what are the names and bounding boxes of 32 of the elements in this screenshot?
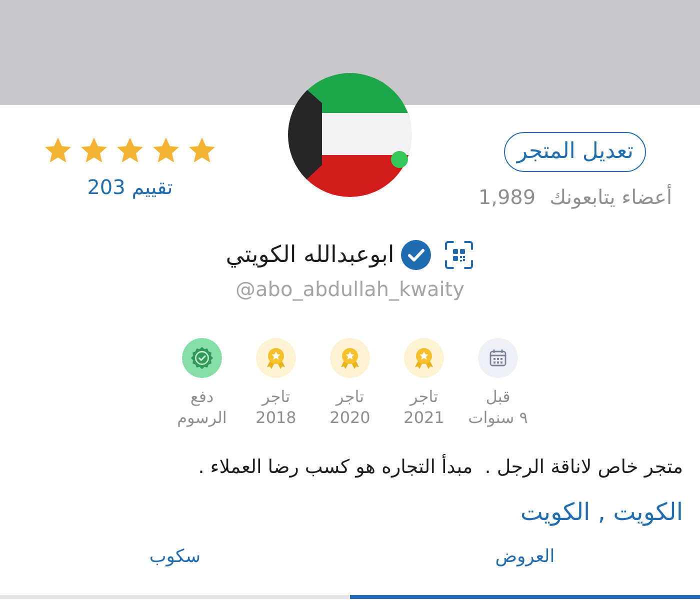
edit-store-button[interactable]: تعديل المتجر bbox=[504, 132, 646, 172]
qr-code-icon[interactable] bbox=[444, 240, 474, 270]
badge-subtitle: 2020 bbox=[330, 407, 370, 428]
medal-icon bbox=[404, 338, 444, 378]
flag-avatar-icon bbox=[288, 73, 412, 197]
medal-icon bbox=[256, 338, 296, 378]
star-icon bbox=[45, 137, 71, 163]
tab[interactable]: العروض bbox=[350, 541, 700, 599]
seal-check-icon bbox=[182, 338, 222, 378]
rating-count: تقييم 203 bbox=[87, 175, 173, 199]
medal-icon bbox=[330, 338, 370, 378]
tab[interactable]: سكوب bbox=[0, 541, 350, 599]
badge-title: دفع bbox=[190, 386, 214, 407]
badge-subtitle: 2021 bbox=[404, 407, 444, 428]
followers-label: أعضاء يتابعونك bbox=[550, 185, 672, 209]
store-handle: @abo_abdullah_kwaity bbox=[234, 276, 466, 302]
store-name: ابوعبدالله الكويتي bbox=[226, 241, 394, 270]
star-icon bbox=[153, 137, 179, 163]
star-icon bbox=[189, 137, 215, 163]
badge-title: تاجر bbox=[336, 386, 364, 407]
badge-subtitle: 2018 bbox=[256, 407, 296, 428]
badge-title: قبل bbox=[486, 386, 510, 407]
star-icon bbox=[117, 137, 143, 163]
store-location: الكويت , الكويت bbox=[519, 497, 684, 527]
badge-subtitle: ٩ سنوات bbox=[468, 407, 528, 428]
badge-title: تاجر bbox=[262, 386, 290, 407]
followers-count: 1,989 bbox=[478, 185, 536, 209]
badge-title: تاجر bbox=[410, 386, 438, 407]
badge-subtitle: الرسوم bbox=[177, 407, 227, 428]
store-description: متجر خاص لاناقة الرجل . مبدأ التجاره هو كسب رضا العملاء . bbox=[197, 454, 684, 480]
star-icon bbox=[81, 137, 107, 163]
calendar-icon bbox=[478, 338, 518, 378]
